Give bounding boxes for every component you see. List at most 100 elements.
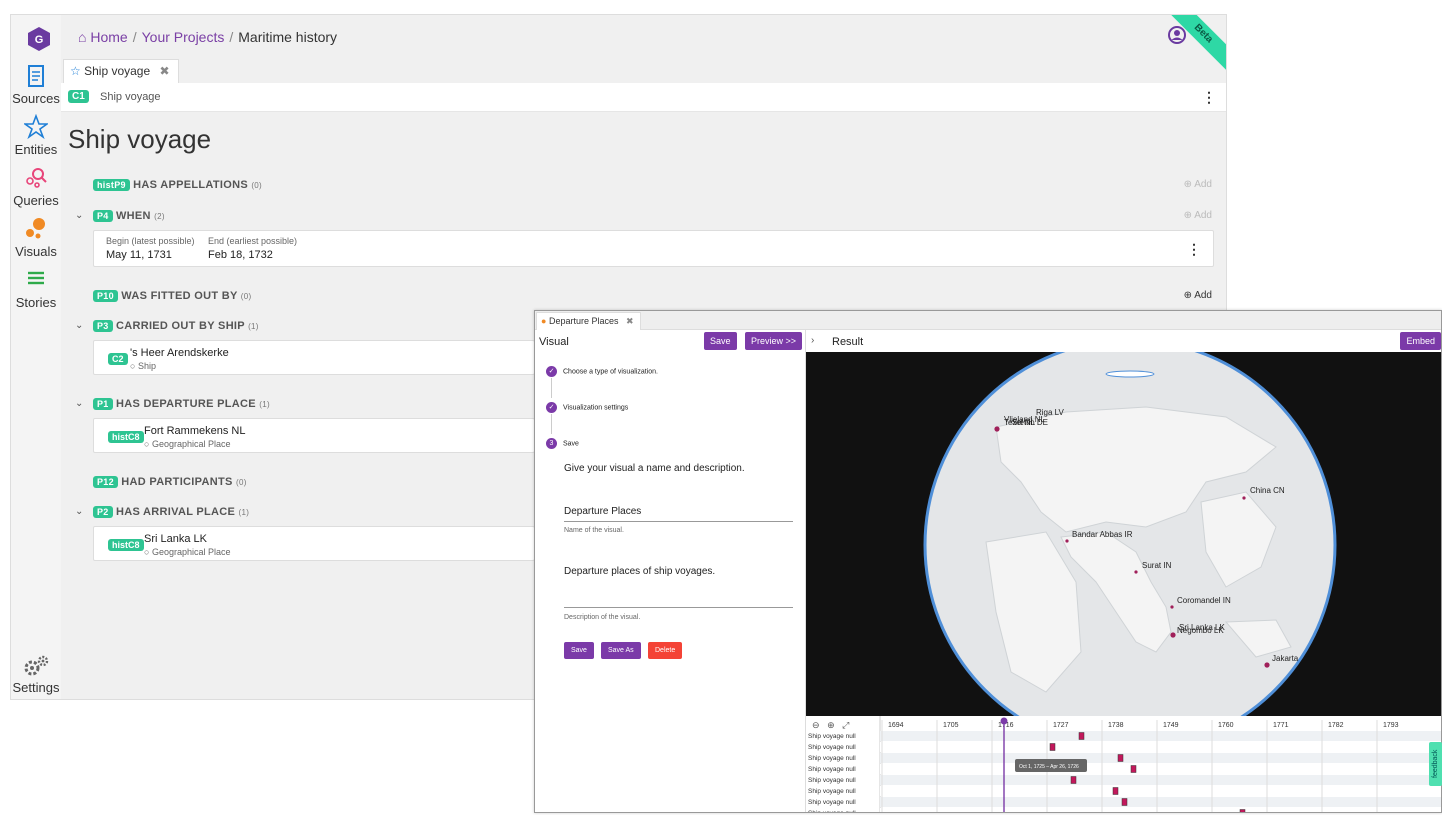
step-label: Choose a type of visualization. — [563, 368, 658, 376]
map-label: Bandar Abbas IR — [1072, 530, 1133, 539]
save-visual-button[interactable]: Save — [564, 642, 594, 659]
chevron-down-icon[interactable]: ⌄ — [75, 210, 83, 221]
visual-name-help: Name of the visual. — [564, 527, 624, 534]
step-choose-type[interactable]: ✓ Choose a type of visualization. — [546, 366, 796, 377]
home-icon[interactable]: ⌂ — [78, 29, 86, 45]
geovistory-logo-icon[interactable]: G — [28, 27, 50, 51]
sidebar-label: Visuals — [15, 244, 57, 259]
sidebar-item-visuals[interactable]: Visuals — [11, 216, 61, 259]
visual-description-textarea[interactable]: Departure places of ship voyages. — [564, 566, 793, 608]
timeline-event-bar[interactable] — [1130, 765, 1137, 773]
add-label: Add — [1194, 290, 1212, 301]
timeline-event-bar[interactable] — [1117, 754, 1124, 762]
departure-place-card[interactable]: histC8 Fort Rammekens NL ○ Geographical … — [93, 418, 535, 453]
sidebar-item-entities[interactable]: Entities — [11, 113, 61, 157]
tab-close-icon[interactable]: ✖ — [626, 316, 634, 326]
chevron-down-icon[interactable]: ⌄ — [75, 506, 83, 517]
timeline-event-bar[interactable] — [1049, 743, 1056, 751]
step-settings[interactable]: ✓ Visualization settings — [546, 402, 796, 413]
ship-name: 's Heer Arendskerke — [130, 347, 229, 359]
property-has-departure-place: P1 HAS DEPARTURE PLACE (1) — [93, 398, 270, 411]
save-button[interactable]: Save — [704, 332, 737, 350]
preview-button[interactable]: Preview >> — [745, 332, 803, 350]
ship-card[interactable]: C2 's Heer Arendskerke ○ Ship — [93, 340, 535, 375]
feedback-tab[interactable]: feedback — [1429, 742, 1442, 786]
property-badge: P3 — [93, 320, 113, 333]
map-marker[interactable] — [1134, 570, 1138, 574]
departure-place-type: ○ Geographical Place — [144, 439, 231, 449]
end-label: End (earliest possible) — [208, 236, 298, 246]
timeline-tooltip: Oct 1, 1725 – Apr 26, 1726 — [1019, 764, 1079, 770]
chevron-down-icon[interactable]: ⌄ — [75, 320, 83, 331]
map-marker[interactable] — [994, 426, 1000, 432]
timeline-event-bar[interactable] — [1078, 732, 1085, 740]
timeline-row-label: Ship voyage null — [808, 744, 856, 751]
tab-label: Departure Places — [548, 316, 619, 326]
timeline-event-bar[interactable] — [1112, 787, 1119, 795]
map-marker[interactable] — [1170, 605, 1174, 609]
property-label: WAS FITTED OUT BY — [121, 290, 238, 302]
property-badge: P1 — [93, 398, 113, 411]
timeline-event-bar[interactable] — [1239, 809, 1246, 814]
timeline-row-label: Ship voyage null — [808, 788, 856, 795]
property-badge: P2 — [93, 506, 113, 519]
save-as-button[interactable]: Save As — [601, 642, 641, 659]
embed-button[interactable]: Embed — [1400, 332, 1441, 350]
gears-icon — [11, 654, 61, 680]
departure-place-name: Fort Rammekens NL — [144, 425, 246, 437]
map-marker[interactable] — [1242, 496, 1246, 500]
sidebar-label: Entities — [14, 142, 58, 157]
stories-icon — [11, 267, 61, 295]
sidebar-item-queries[interactable]: Queries — [11, 165, 61, 208]
breadcrumb-projects[interactable]: Your Projects — [142, 29, 225, 45]
more-options-icon[interactable]: ⋮ — [1187, 241, 1201, 258]
timeline-year-label: 1694 — [888, 722, 904, 729]
add-when-button[interactable]: ⊕ Add — [1184, 210, 1212, 221]
map-marker[interactable] — [1065, 539, 1069, 543]
star-icon: ☆ — [70, 64, 81, 78]
arrival-place-card[interactable]: histC8 Sri Lanka LK ○ Geographical Place — [93, 526, 535, 561]
chevron-down-icon[interactable]: ⌄ — [75, 398, 83, 409]
timeline-event-bar[interactable] — [1121, 798, 1128, 806]
result-title: Result — [832, 336, 864, 348]
timeline-cursor-handle[interactable] — [1000, 717, 1008, 725]
sidebar-item-sources[interactable]: Sources — [11, 63, 61, 106]
chevron-right-icon[interactable]: › — [811, 335, 814, 346]
map-marker[interactable] — [1170, 632, 1176, 638]
timeline-row-label: Ship voyage null — [808, 755, 856, 762]
step-label: Visualization settings — [563, 404, 629, 412]
timeline-row — [880, 797, 1441, 807]
breadcrumb-separator: / — [132, 29, 137, 45]
plus-circle-icon: ⊕ — [1183, 210, 1192, 221]
timeline-row-label: Ship voyage null — [808, 810, 856, 813]
class-badge: C2 — [108, 353, 128, 365]
visual-pane-title: Visual — [539, 336, 569, 348]
globe-map[interactable]: Riga LV Vlieland NL Texel NL Stettin DE … — [806, 352, 1441, 716]
visual-description-help: Description of the visual. — [564, 614, 641, 621]
add-appellation-button[interactable]: ⊕ Add — [1184, 179, 1212, 190]
visual-name-input[interactable]: Departure Places — [564, 506, 793, 522]
visual-icon: ● — [541, 316, 547, 326]
delete-button[interactable]: Delete — [648, 642, 683, 659]
sources-icon — [11, 63, 61, 91]
plus-circle-icon: ⊕ — [1183, 290, 1192, 301]
more-options-icon[interactable]: ⋮ — [1202, 89, 1216, 106]
user-account-icon[interactable] — [1168, 26, 1186, 44]
sidebar-item-stories[interactable]: Stories — [11, 267, 61, 310]
timeline-row — [880, 808, 1441, 812]
property-count: (0) — [235, 478, 247, 487]
tab-close-icon[interactable]: ✖ — [160, 64, 170, 78]
tab-ship-voyage[interactable]: ☆ Ship voyage ✖ — [63, 59, 179, 83]
tab-departure-places[interactable]: ● Departure Places ✖ — [536, 312, 641, 330]
page-title: Ship voyage — [68, 124, 212, 154]
map-marker[interactable] — [1264, 662, 1270, 668]
add-fitted-out-button[interactable]: ⊕ Add — [1184, 290, 1212, 301]
sidebar-item-settings[interactable]: Settings — [11, 654, 61, 695]
step-save[interactable]: 3 Save — [546, 438, 796, 449]
time-span-card[interactable]: Begin (latest possible) May 11, 1731 End… — [93, 230, 1214, 267]
arrival-place-type: ○ Geographical Place — [144, 547, 231, 557]
timeline[interactable]: ⊖ ⊕ ⤢ Ship voyage null Ship voyage null Sh… — [806, 716, 1441, 814]
timeline-event-bar[interactable] — [1070, 776, 1077, 784]
property-count: (1) — [238, 508, 250, 517]
breadcrumb-home[interactable]: Home — [90, 29, 127, 45]
